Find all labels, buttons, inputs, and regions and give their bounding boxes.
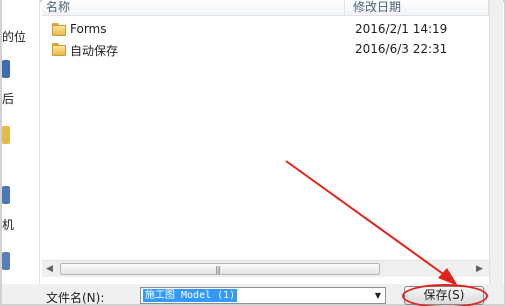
annotation-arrow — [285, 160, 458, 286]
